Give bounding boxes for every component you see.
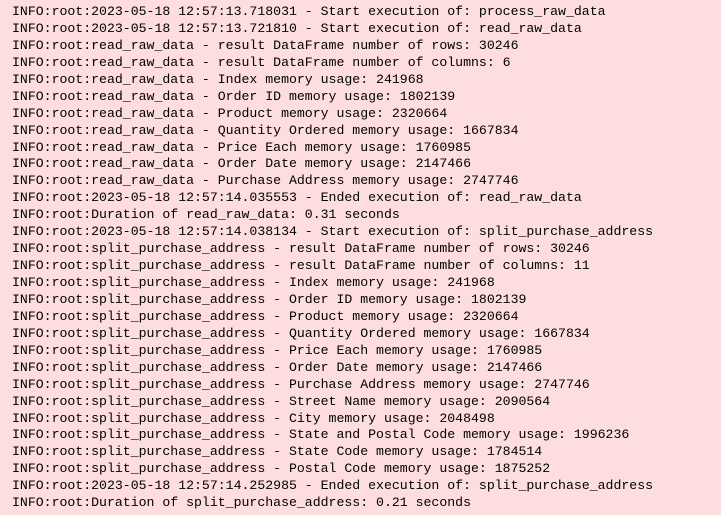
log-lines: INFO:root:2023-05-18 12:57:13.718031 - S… <box>12 4 721 512</box>
log-line: INFO:root:read_raw_data - result DataFra… <box>12 54 511 70</box>
log-line: INFO:root:split_purchase_address - City … <box>12 410 495 426</box>
log-line: INFO:root:read_raw_data - Purchase Addre… <box>12 173 519 189</box>
log-output-panel: INFO:root:2023-05-18 12:57:13.718031 - S… <box>0 0 721 515</box>
log-line: INFO:root:2023-05-18 12:57:13.718031 - S… <box>12 4 606 19</box>
log-line: INFO:root:split_purchase_address - Quant… <box>12 325 590 341</box>
log-line: INFO:root:Duration of split_purchase_add… <box>12 495 471 511</box>
log-line: INFO:root:read_raw_data - Order Date mem… <box>12 156 471 172</box>
log-line: INFO:root:2023-05-18 12:57:13.721810 - S… <box>12 20 582 36</box>
log-line: INFO:root:split_purchase_address - Order… <box>12 291 527 307</box>
log-line: INFO:root:split_purchase_address - Purch… <box>12 376 590 392</box>
log-line: INFO:root:read_raw_data - Order ID memor… <box>12 88 456 104</box>
log-line: INFO:root:2023-05-18 12:57:14.035553 - E… <box>12 190 582 206</box>
log-line: INFO:root:read_raw_data - Quantity Order… <box>12 122 519 138</box>
log-line: INFO:root:split_purchase_address - State… <box>12 444 543 460</box>
log-line: INFO:root:split_purchase_address - Index… <box>12 275 495 290</box>
log-line: INFO:root:split_purchase_address - Order… <box>12 359 543 375</box>
log-line: INFO:root:Duration of read_raw_data: 0.3… <box>12 207 400 223</box>
log-line: INFO:root:split_purchase_address - Posta… <box>12 461 551 477</box>
log-line: INFO:root:2023-05-18 12:57:14.252985 - E… <box>12 478 654 494</box>
log-line: INFO:root:split_purchase_address - resul… <box>12 258 590 274</box>
log-line: INFO:root:split_purchase_address - Price… <box>12 342 543 358</box>
log-line: INFO:root:read_raw_data - Product memory… <box>12 105 448 121</box>
log-line: INFO:root:split_purchase_address - State… <box>12 427 630 443</box>
log-line: INFO:root:read_raw_data - result DataFra… <box>12 37 519 53</box>
log-line: INFO:root:read_raw_data - Index memory u… <box>12 71 424 87</box>
log-line: INFO:root:split_purchase_address - Stree… <box>12 393 551 409</box>
log-line: INFO:root:split_purchase_address - Produ… <box>12 308 519 324</box>
log-line: INFO:root:2023-05-18 12:57:14.038134 - S… <box>12 224 654 240</box>
log-line: INFO:root:split_purchase_address - resul… <box>12 241 590 257</box>
log-line: INFO:root:read_raw_data - Price Each mem… <box>12 139 471 155</box>
